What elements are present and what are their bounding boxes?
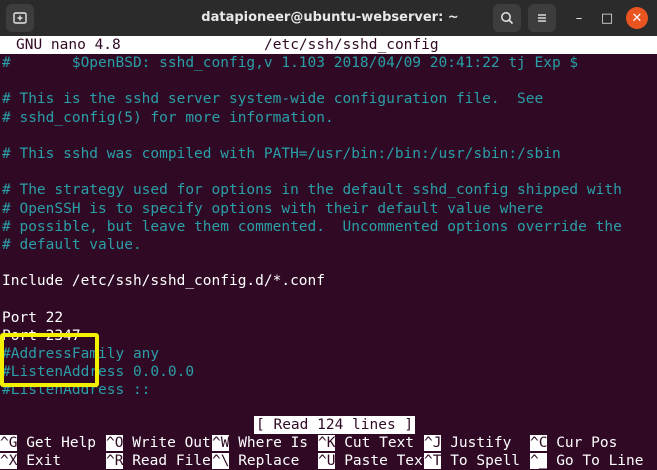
shortcut-key: ^U bbox=[318, 453, 336, 469]
shortcut-key: ^W bbox=[212, 435, 230, 451]
shortcut-item[interactable]: ^\ Replace bbox=[212, 452, 299, 470]
shortcut-item[interactable]: ^K Cut Text bbox=[318, 434, 414, 452]
shortcut-item[interactable]: ^X Exit bbox=[0, 452, 61, 470]
shortcut-item[interactable]: ^G Get Help bbox=[0, 434, 96, 452]
shortcut-item[interactable]: ^U Paste Text bbox=[318, 452, 432, 470]
shortcut-label: Replace bbox=[229, 453, 300, 469]
comment-line[interactable]: # OpenSSH is to specify options with the… bbox=[2, 200, 622, 218]
close-button[interactable]: ✕ bbox=[626, 7, 648, 29]
shortcut-label: Exit bbox=[17, 453, 62, 469]
shortcut-label: Write Out bbox=[123, 435, 211, 451]
shortcut-label: To Spell bbox=[441, 453, 521, 469]
nano-header-bar: GNU nano 4.8 /etc/ssh/sshd_config bbox=[0, 36, 657, 54]
minimize-icon: – bbox=[575, 10, 583, 26]
comment-line[interactable]: # $OpenBSD: sshd_config,v 1.103 2018/04/… bbox=[2, 54, 622, 72]
close-icon: ✕ bbox=[631, 10, 643, 26]
shortcut-key: ^C bbox=[530, 435, 548, 451]
shortcut-item[interactable]: ^W Where Is bbox=[212, 434, 308, 452]
shortcut-label: Cur Pos bbox=[547, 435, 618, 451]
window-title: datapioneer@ubuntu-webserver: ~ bbox=[201, 10, 459, 25]
shortcut-item[interactable]: ^J Justify bbox=[424, 434, 511, 452]
shortcut-row: ^X Exit ^R Read File ^\ Replace ^U Paste Te… bbox=[0, 452, 657, 470]
shortcut-item[interactable]: ^T To Spell bbox=[424, 452, 520, 470]
shortcut-item[interactable]: ^R Read File bbox=[106, 452, 211, 470]
blank-line[interactable] bbox=[2, 127, 622, 145]
blank-line[interactable] bbox=[2, 254, 622, 272]
maximize-button[interactable]: □ bbox=[596, 7, 618, 29]
shortcut-key: ^O bbox=[106, 435, 124, 451]
maximize-icon: □ bbox=[600, 10, 614, 26]
menu-button[interactable] bbox=[528, 4, 556, 32]
shortcut-key: ^\ bbox=[212, 453, 230, 469]
comment-line[interactable]: # This is the sshd server system-wide co… bbox=[2, 90, 622, 108]
shortcut-label: Get Help bbox=[17, 435, 97, 451]
terminal-area[interactable]: GNU nano 4.8 /etc/ssh/sshd_config # $Ope… bbox=[0, 36, 657, 470]
shortcut-key: ^X bbox=[0, 453, 18, 469]
nano-status-message: [ Read 124 lines ] bbox=[254, 416, 416, 434]
shortcut-label: Go To Line bbox=[547, 453, 644, 469]
shortcut-label: Paste Text bbox=[335, 453, 432, 469]
shortcut-label: Justify bbox=[441, 435, 512, 451]
shortcut-key: ^G bbox=[0, 435, 18, 451]
config-line[interactable]: Port 22 bbox=[2, 309, 622, 327]
blank-line[interactable] bbox=[2, 290, 622, 308]
shortcut-row: ^G Get Help ^O Write Out ^W Where Is ^K Cut… bbox=[0, 434, 657, 452]
shortcut-key: ^K bbox=[318, 435, 336, 451]
new-tab-icon bbox=[13, 12, 27, 24]
port-highlight-box bbox=[0, 333, 99, 387]
shortcut-item[interactable]: ^C Cur Pos bbox=[530, 434, 617, 452]
nano-shortcut-bar: ^G Get Help ^O Write Out ^W Where Is ^K Cut… bbox=[0, 434, 657, 470]
shortcut-key: ^R bbox=[106, 453, 124, 469]
comment-line[interactable]: # possible, but leave them commented. Un… bbox=[2, 218, 622, 236]
comment-line[interactable]: # default value. bbox=[2, 236, 622, 254]
nano-version: GNU nano 4.8 bbox=[16, 37, 121, 53]
shortcut-label: Where Is bbox=[229, 435, 309, 451]
shortcut-key: ^_ bbox=[530, 453, 548, 469]
nano-filename: /etc/ssh/sshd_config bbox=[264, 37, 439, 53]
blank-line[interactable] bbox=[2, 163, 622, 181]
comment-line[interactable]: # sshd_config(5) for more information. bbox=[2, 109, 622, 127]
window-titlebar: datapioneer@ubuntu-webserver: ~ – □ ✕ bbox=[0, 0, 657, 36]
shortcut-item[interactable]: ^O Write Out bbox=[106, 434, 211, 452]
shortcut-label: Cut Text bbox=[335, 435, 415, 451]
shortcut-item[interactable]: ^_ Go To Line bbox=[530, 452, 644, 470]
shortcut-label: Read File bbox=[123, 453, 211, 469]
config-line[interactable]: Include /etc/ssh/sshd_config.d/*.conf bbox=[2, 272, 622, 290]
new-tab-button[interactable] bbox=[6, 4, 34, 32]
shortcut-key: ^T bbox=[424, 453, 442, 469]
search-icon bbox=[501, 12, 514, 25]
search-button[interactable] bbox=[493, 4, 521, 32]
hamburger-menu-icon bbox=[538, 14, 546, 22]
minimize-button[interactable]: – bbox=[568, 7, 590, 29]
shortcut-key: ^J bbox=[424, 435, 442, 451]
comment-line[interactable]: # The strategy used for options in the d… bbox=[2, 181, 622, 199]
comment-line[interactable]: # This sshd was compiled with PATH=/usr/… bbox=[2, 145, 622, 163]
blank-line[interactable] bbox=[2, 72, 622, 90]
